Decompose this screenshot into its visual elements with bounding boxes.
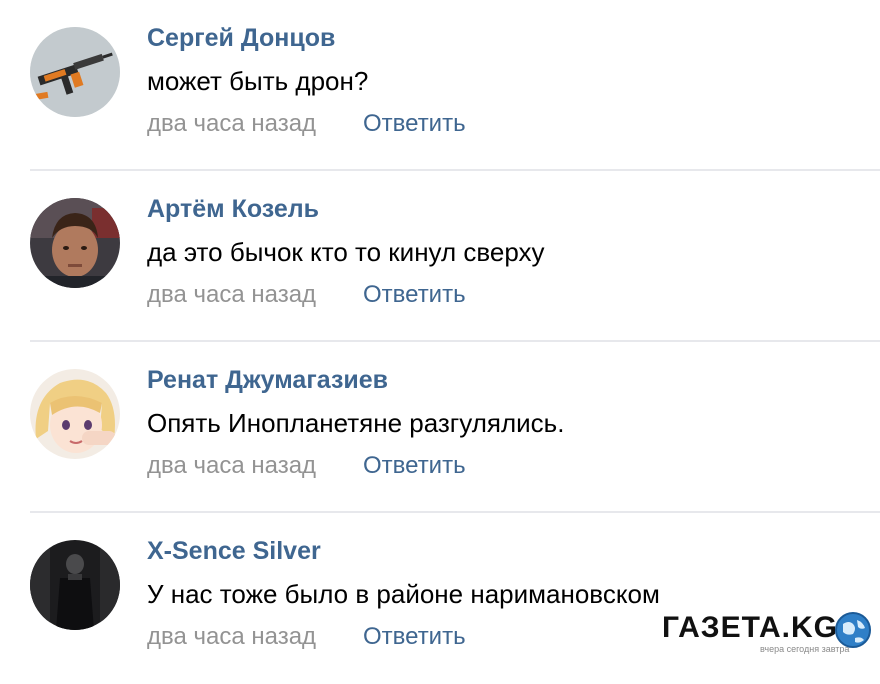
comment-text: Опять Инопланетяне разгулялись. bbox=[147, 408, 565, 438]
comment-time[interactable]: два часа назад bbox=[147, 281, 316, 309]
reply-link[interactable]: Ответить bbox=[363, 281, 466, 309]
avatar[interactable] bbox=[30, 540, 120, 630]
rifle-avatar-icon bbox=[30, 27, 120, 117]
author-name[interactable]: Ренат Джумагазиев bbox=[147, 366, 388, 395]
avatar[interactable] bbox=[30, 369, 120, 459]
comment-item: Ренат Джумагазиев Опять Инопланетяне раз… bbox=[0, 342, 880, 513]
comment-text: У нас тоже было в районе наримановском bbox=[147, 579, 660, 609]
dark-photo-avatar-icon bbox=[30, 540, 120, 630]
photo-avatar-icon bbox=[30, 198, 120, 288]
comment-time[interactable]: два часа назад bbox=[147, 623, 316, 651]
comment-text: может быть дрон? bbox=[147, 66, 369, 96]
globe-icon bbox=[835, 612, 871, 648]
avatar[interactable] bbox=[30, 27, 120, 117]
comment-time[interactable]: два часа назад bbox=[147, 110, 316, 138]
comment-time[interactable]: два часа назад bbox=[147, 452, 316, 480]
comment-text: да это бычок кто то кинул сверху bbox=[147, 237, 545, 267]
reply-link[interactable]: Ответить bbox=[363, 623, 466, 651]
reply-link[interactable]: Ответить bbox=[363, 110, 466, 138]
anime-avatar-icon bbox=[30, 369, 120, 459]
author-name[interactable]: X-Sence Silver bbox=[147, 537, 321, 566]
avatar[interactable] bbox=[30, 198, 120, 288]
watermark-logo-text: ГАЗЕТА.KG bbox=[662, 611, 839, 644]
watermark-logo: ГАЗЕТА.KG вчера сегодня завтра bbox=[662, 608, 880, 662]
comment-item: Сергей Донцов может быть дрон? два часа … bbox=[0, 0, 880, 171]
comment-item: Артём Козель да это бычок кто то кинул с… bbox=[0, 171, 880, 342]
comments-list: Сергей Донцов может быть дрон? два часа … bbox=[0, 0, 880, 684]
author-name[interactable]: Сергей Донцов bbox=[147, 24, 335, 53]
author-name[interactable]: Артём Козель bbox=[147, 195, 319, 224]
reply-link[interactable]: Ответить bbox=[363, 452, 466, 480]
